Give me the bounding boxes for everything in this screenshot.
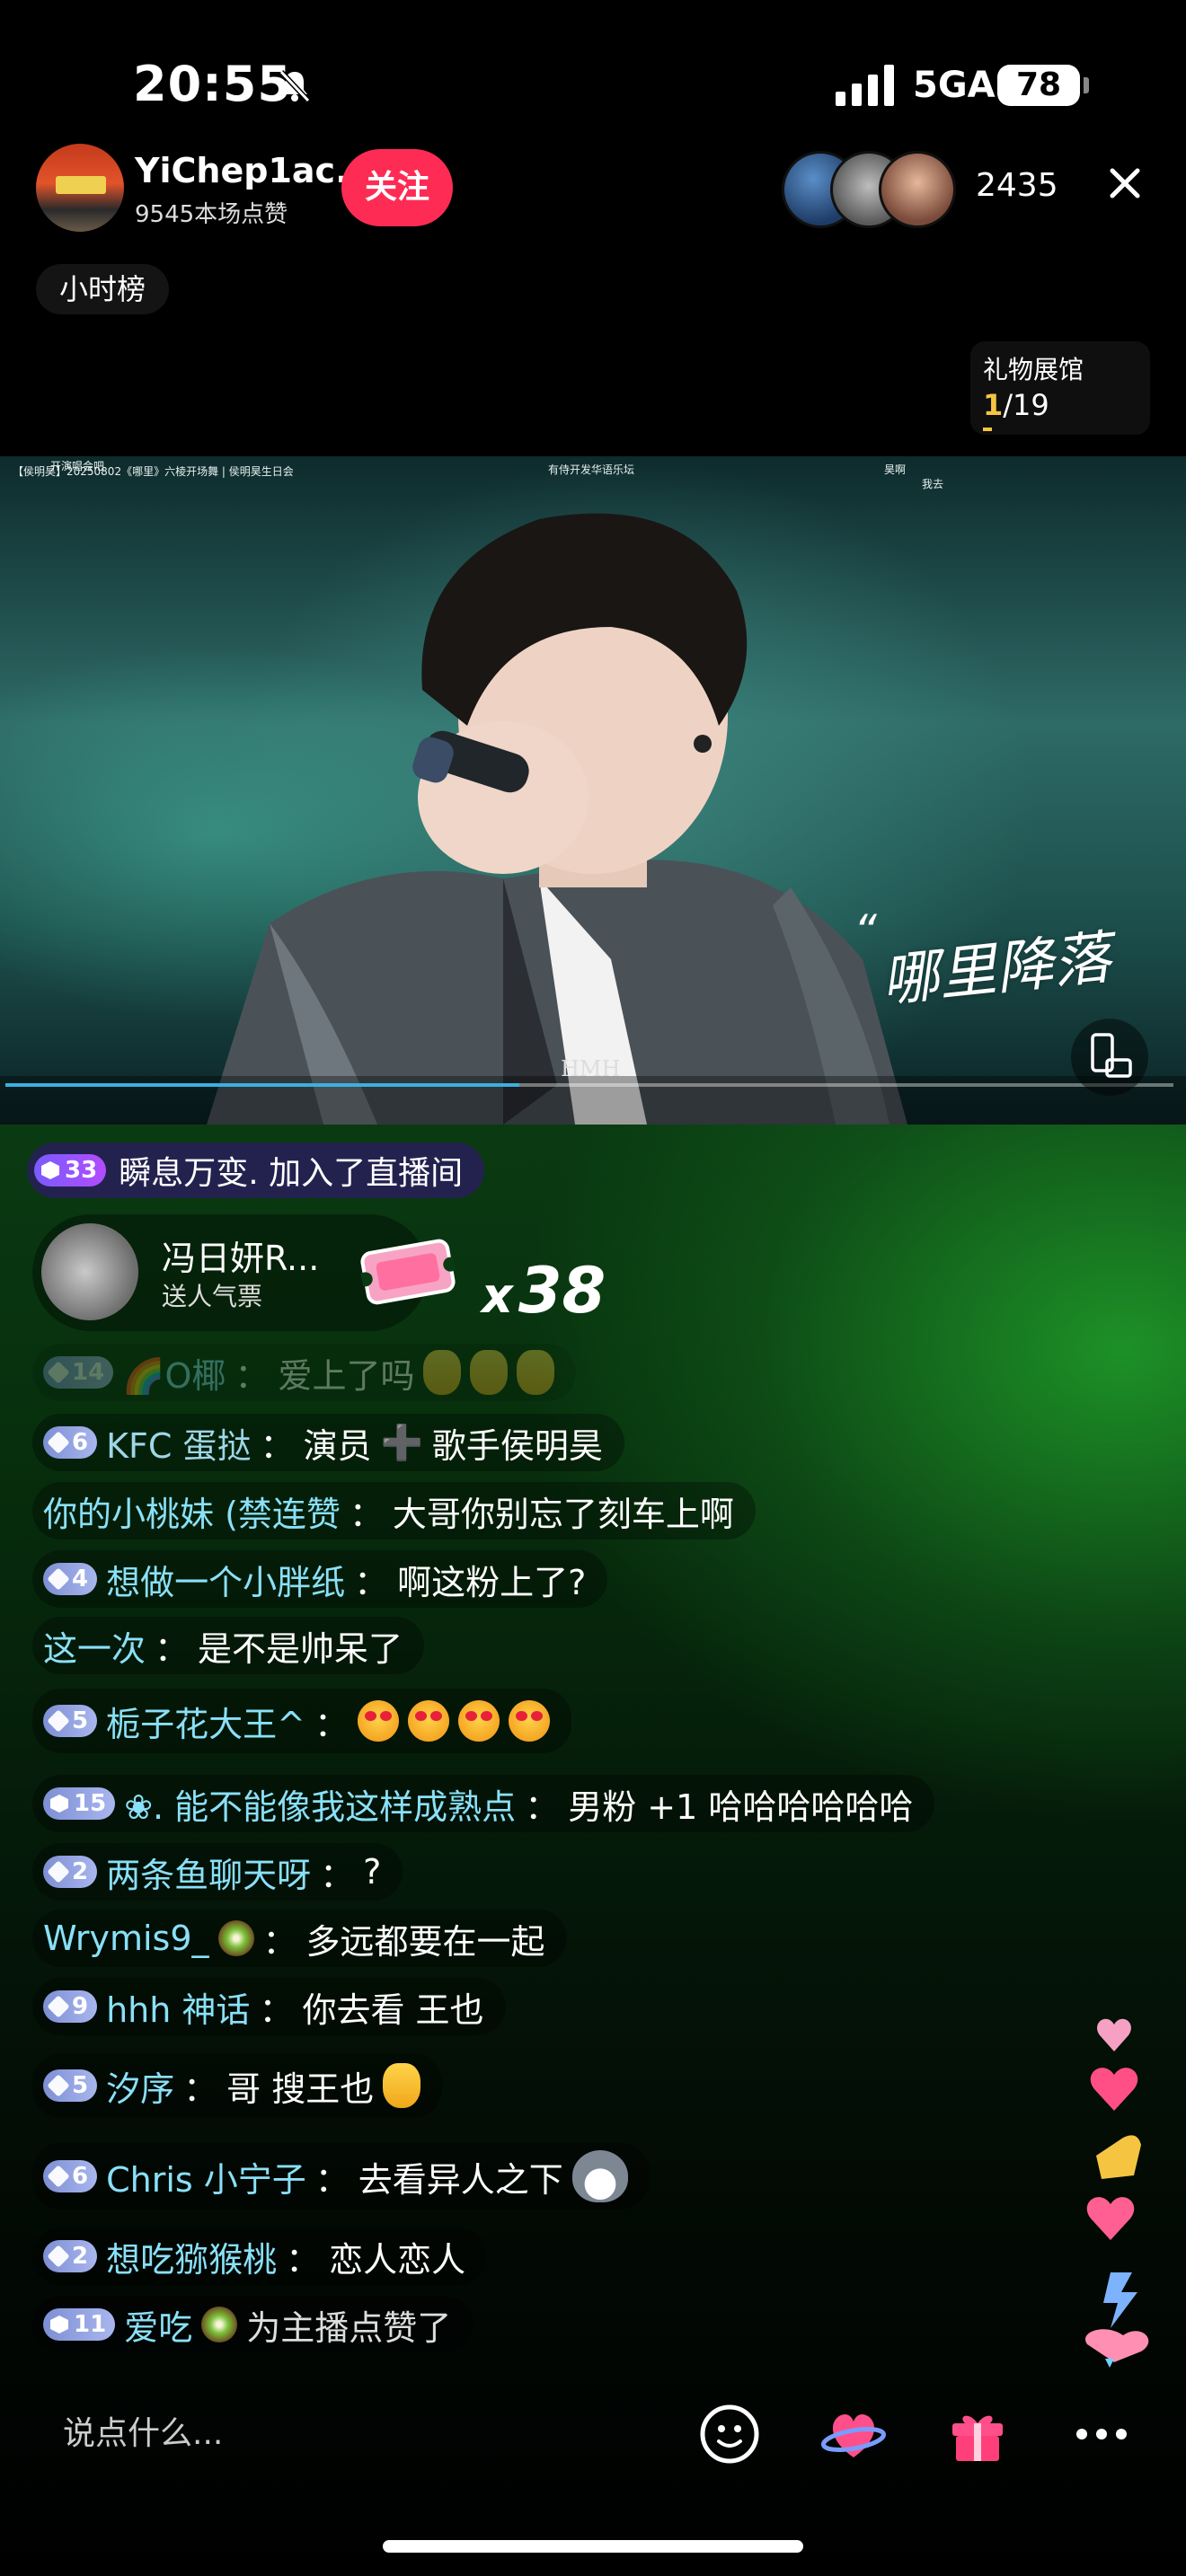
video-danmaku: 开演唱会吧 [50, 460, 105, 472]
kiwi-emoji [201, 2307, 238, 2342]
battery-tip [1084, 77, 1089, 93]
video-controls[interactable] [0, 1076, 1186, 1125]
heart-eyes-emoji [407, 1700, 449, 1742]
gift-box-icon[interactable] [942, 2398, 1013, 2470]
chat-message[interactable]: 14 🌈O椰：爱上了吗 [32, 1344, 577, 1401]
signal-icon [836, 65, 894, 106]
status-time: 20:55 [133, 56, 292, 112]
gift-hall-title: 礼物展馆 [983, 355, 1084, 384]
video-danmaku: 昊啊 [884, 463, 907, 476]
viewer-count[interactable]: 2435 [976, 167, 1058, 204]
comment-input[interactable]: 说点什么... [36, 2398, 692, 2470]
level-badge: 9 [43, 1990, 98, 2023]
gift-count: x38 [482, 1254, 606, 1328]
bell-slash-icon [279, 69, 311, 103]
host-avatar[interactable] [36, 144, 124, 232]
join-notice: 33 瞬息万变. 加入了直播间 [27, 1142, 485, 1198]
video-danmaku: 有侍开发华语乐坛 [548, 463, 635, 476]
top-viewer-avatar[interactable] [879, 151, 956, 228]
level-badge: 14 [43, 1356, 114, 1389]
plus-icon: ➕ [380, 1422, 423, 1462]
network-type: 5GA [913, 65, 996, 106]
home-indicator[interactable] [383, 2540, 803, 2553]
emoji-icon[interactable] [694, 2398, 766, 2470]
host-likes: 9545本场点赞 [135, 201, 288, 228]
level-badge: 4 [43, 1563, 98, 1595]
live-video[interactable]: 【侯明昊】20250802《哪里》六棱开场舞 | 侯明昊生日会 开演唱会吧 有侍… [0, 456, 1186, 1125]
chat-message[interactable]: 你的小桃妹 (禁连赞：大哥你别忘了刻车上啊 [32, 1482, 756, 1539]
chat-message[interactable]: 15 ❀. 能不能像我这样成熟点：男粉 +1 哈哈哈哈哈哈 [32, 1775, 935, 1832]
host-name[interactable]: YiChep1ac... [135, 151, 374, 190]
kiwi-emoji [217, 1920, 254, 1956]
floating-likes [1085, 2018, 1149, 2368]
clover-emoji [470, 1350, 509, 1395]
chat-message[interactable]: 11 爱吃 为主播点赞了 [32, 2296, 474, 2353]
gift-hall-panel[interactable]: 礼物展馆 1/19 [970, 341, 1150, 435]
video-danmaku: 我去 [922, 478, 944, 490]
chat-message[interactable]: 6 KFC 蛋挞：演员 ➕ 歌手侯明昊 [32, 1414, 624, 1471]
gift-hall-bar [983, 428, 992, 431]
level-badge: 15 [43, 1787, 116, 1820]
heart-eyes-emoji [508, 1700, 550, 1742]
level-badge: 11 [43, 2308, 116, 2341]
clover-emoji [517, 1350, 555, 1395]
gift-description: 送人气票 [162, 1282, 263, 1311]
video-progress-bar[interactable] [5, 1083, 1173, 1087]
follow-button[interactable]: 关注 [341, 149, 453, 226]
heart-planet-icon[interactable] [818, 2398, 890, 2470]
join-text: 瞬息万变. 加入了直播间 [119, 1155, 464, 1192]
level-badge: 5 [43, 1705, 98, 1737]
chat-message[interactable]: 5 汐序：哥 搜王也 [32, 2053, 443, 2118]
level-badge: 6 [43, 1426, 98, 1459]
level-badge: 2 [43, 1856, 98, 1888]
more-dots-icon[interactable] [1066, 2398, 1137, 2470]
gift-hall-progress: 1/19 [983, 388, 1049, 422]
rotate-screen-icon[interactable] [1071, 1019, 1148, 1096]
chat-message[interactable]: 2 两条鱼聊天呀：? [32, 1843, 403, 1901]
chat-message[interactable]: 6 Chris 小宁子：去看异人之下 [32, 2143, 650, 2210]
level-badge: 6 [43, 2160, 98, 2192]
gift-sender-name: 冯日妍R... [162, 1239, 320, 1278]
level-badge: 5 [43, 2069, 98, 2102]
level-badge: 33 [34, 1154, 107, 1187]
chat-message[interactable]: 4 想做一个小胖纸：啊这粉上了? [32, 1550, 608, 1608]
hour-rank-button[interactable]: 小时榜 [36, 264, 170, 314]
singer-figure [207, 513, 907, 1125]
level-badge: 2 [43, 2240, 98, 2272]
clover-emoji [423, 1350, 462, 1395]
heart-eyes-emoji [457, 1700, 500, 1742]
gift-sender-avatar[interactable] [41, 1223, 138, 1320]
battery-level: 78 [997, 65, 1080, 106]
finger-heart-emoji [383, 2063, 421, 2108]
caption-quote: “ [854, 905, 877, 957]
chat-message[interactable]: 9 hhh 神话：你去看 王也 [32, 1978, 506, 2035]
chat-message[interactable]: 2 想吃猕猴桃：恋人恋人 [32, 2228, 488, 2285]
heart-eyes-emoji [357, 1700, 399, 1742]
chat-message[interactable]: 这一次：是不是帅呆了 [32, 1617, 425, 1674]
chat-message[interactable]: 5 栀子花大王^： [32, 1689, 571, 1753]
husky-emoji [571, 2150, 628, 2202]
close-icon[interactable] [1103, 162, 1146, 205]
chat-message[interactable]: Wrymis9_：多远都要在一起 [32, 1910, 567, 1967]
